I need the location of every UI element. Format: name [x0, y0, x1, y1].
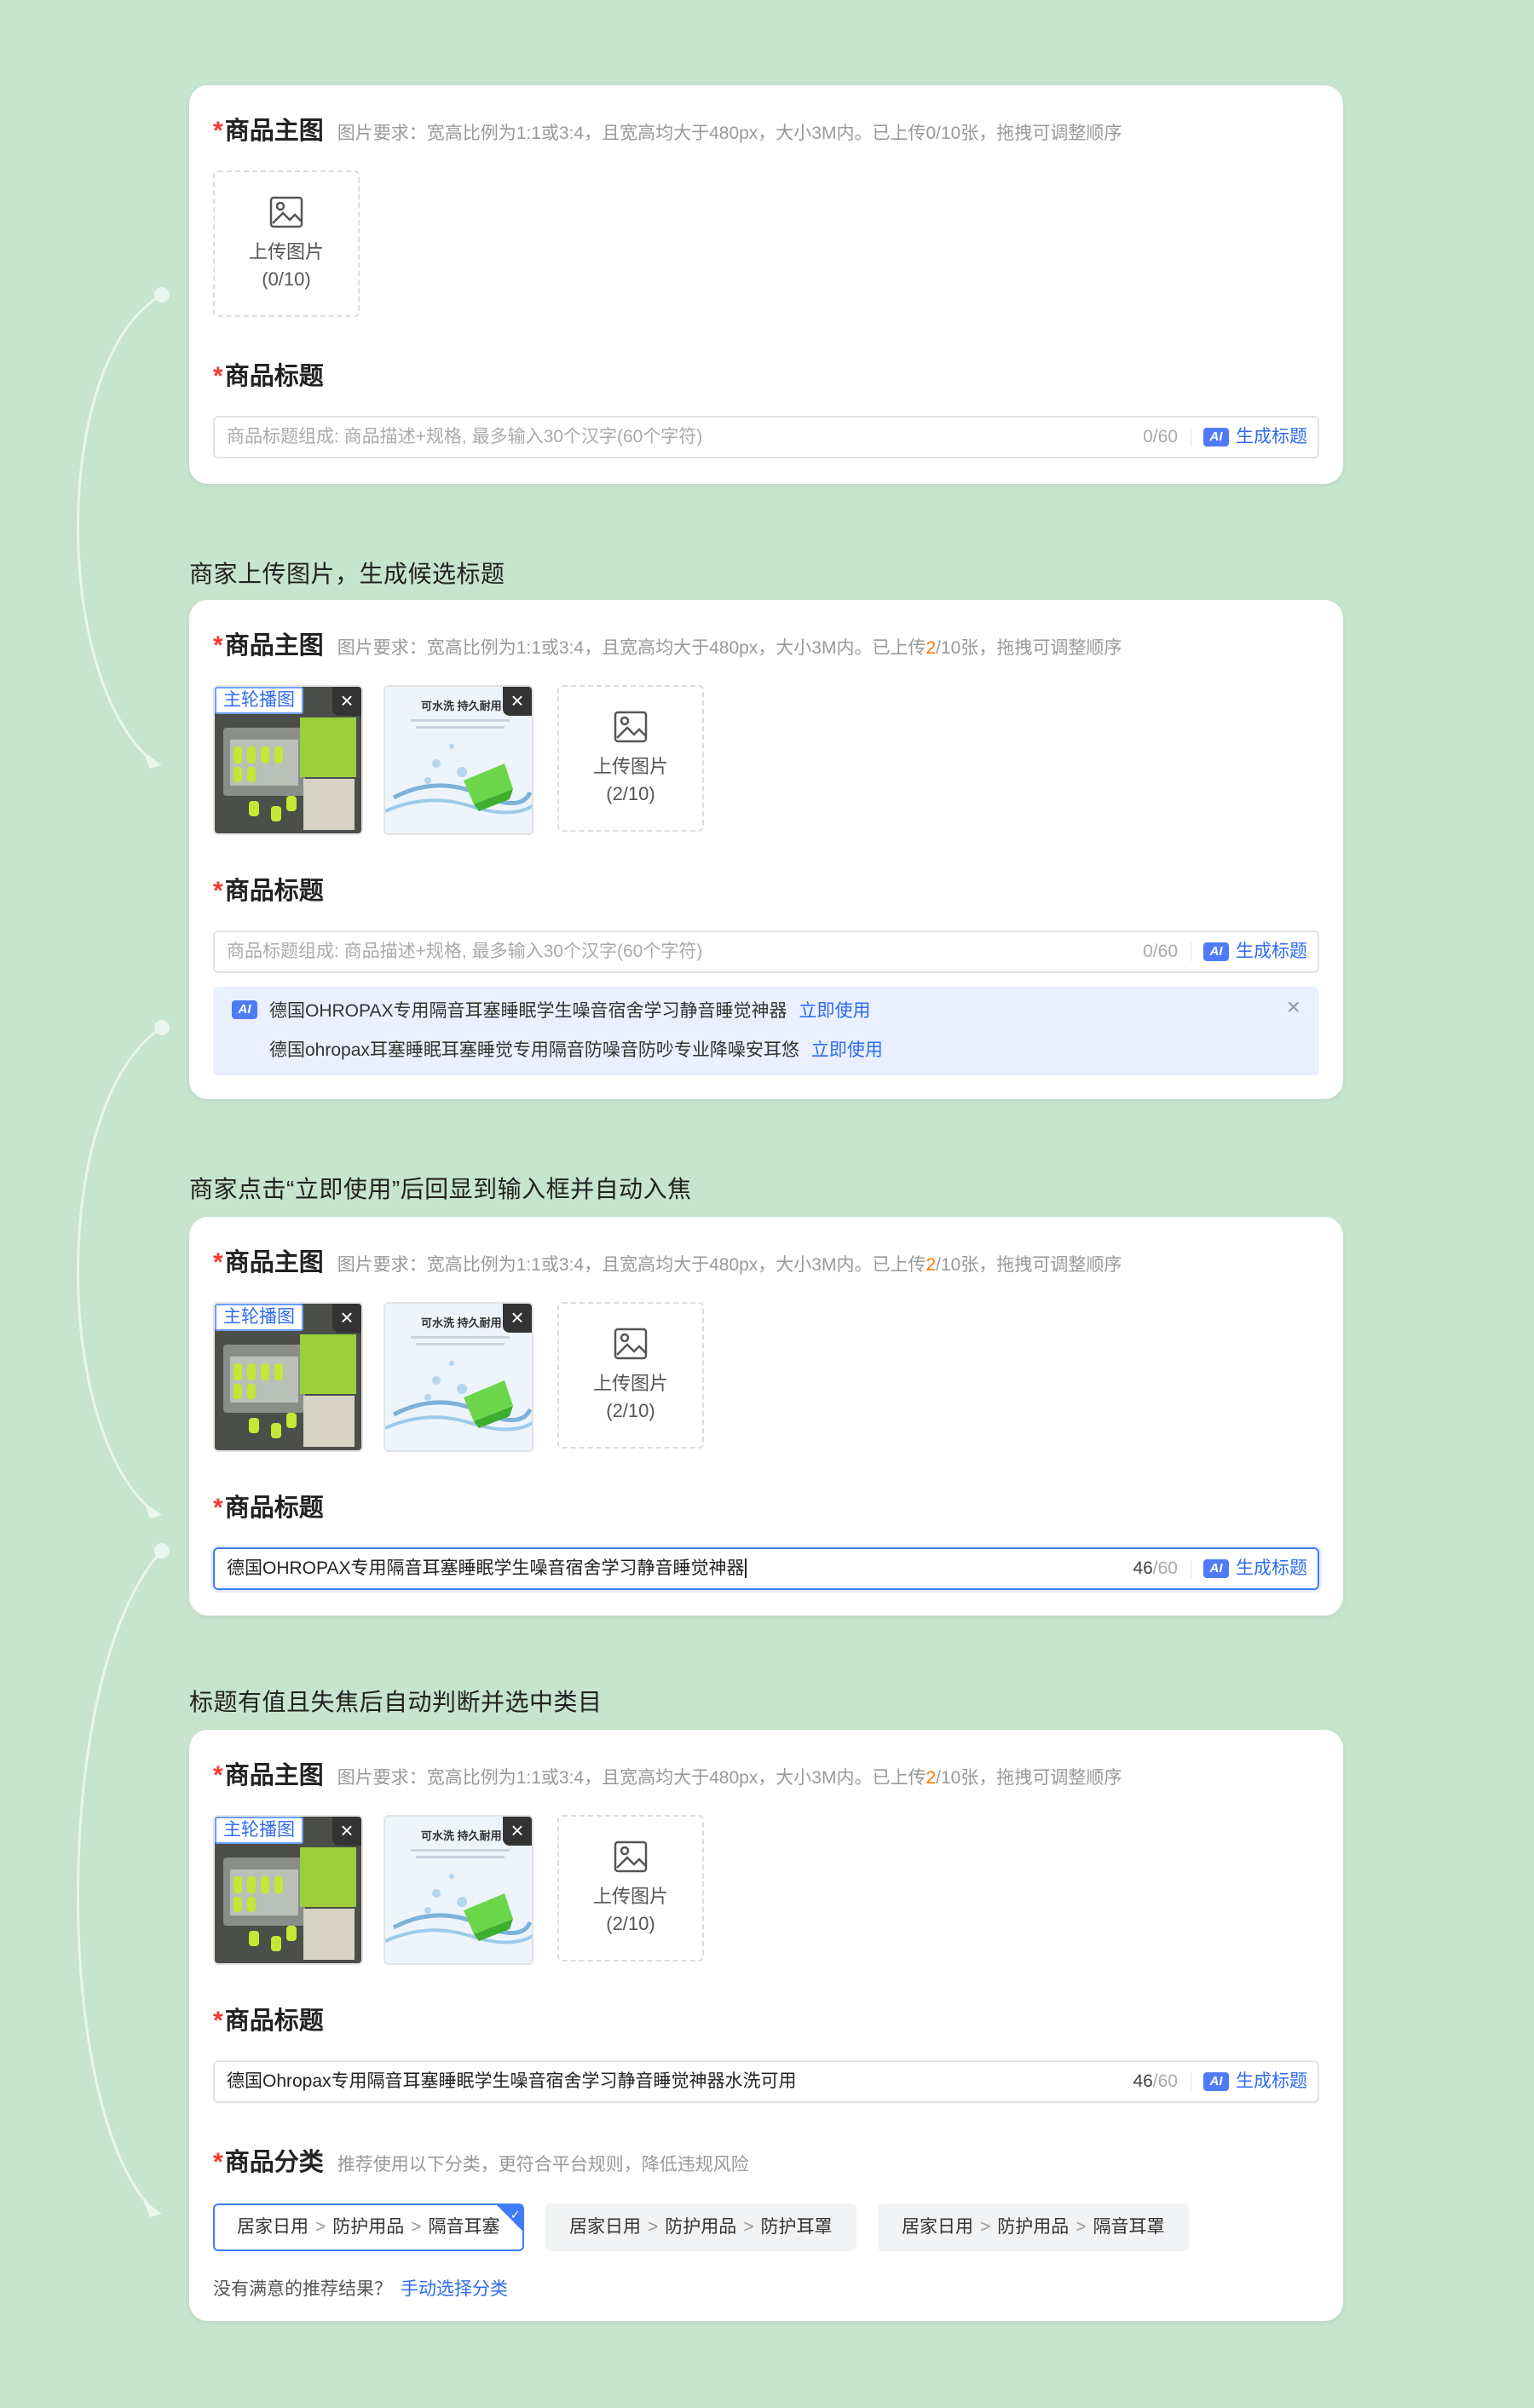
title-value: 德国Ohropax专用隔音耳塞睡眠学生噪音宿舍学习静音睡觉神器水洗可用 — [227, 2071, 797, 2091]
generate-title-button[interactable]: AI 生成标题 — [1203, 1549, 1307, 1588]
title-header: * 商品标题 — [213, 877, 324, 905]
title-header: * 商品标题 — [213, 356, 324, 392]
upload-count: (2/10) — [606, 1400, 655, 1421]
thumb-caption: 可水洗 持久耐用 — [421, 1316, 502, 1329]
image-icon — [614, 1841, 648, 1873]
suggestion-item: 德国ohropax耳塞睡眠耳塞睡觉专用隔音防噪音防吵专业降噪安耳悠 立即使用 — [269, 1040, 883, 1060]
product-image-1[interactable]: 主轮播图 × — [213, 685, 363, 835]
image-icon — [269, 196, 303, 228]
ai-icon: AI — [1203, 942, 1229, 961]
image-icon — [614, 711, 648, 743]
remove-image-icon[interactable]: × — [332, 687, 361, 716]
product-image-1[interactable]: 主轮播图 × — [213, 1815, 363, 1965]
upload-label: 上传图片 — [592, 756, 668, 777]
upload-count: (0/10) — [262, 268, 311, 290]
caption-step2: 商家上传图片，生成候选标题 — [189, 561, 505, 587]
use-suggestion-link[interactable]: 立即使用 — [799, 1001, 870, 1021]
main-image-hint: 图片要求：宽高比例为1:1或3:4，且宽高均大于480px，大小3M内。已上传0… — [337, 124, 1122, 143]
char-count: 0/60 — [1143, 942, 1178, 961]
title-header: * 商品标题 — [213, 1494, 324, 1522]
title-header: * 商品标题 — [213, 2007, 324, 2035]
caption-step4: 标题有值且失焦后自动判断并选中类目 — [189, 1689, 603, 1715]
remove-image-icon[interactable]: × — [503, 687, 532, 716]
generate-title-button[interactable]: AI 生成标题 — [1203, 932, 1307, 971]
main-image-header: * 商品主图 图片要求：宽高比例为1:1或3:4，且宽高均大于480px，大小3… — [213, 631, 1122, 660]
main-image-hint: 图片要求：宽高比例为1:1或3:4，且宽高均大于480px，大小3M内。已上传2… — [337, 1255, 1122, 1275]
remove-image-icon[interactable]: × — [503, 1817, 532, 1846]
main-carousel-badge: 主轮播图 — [215, 1817, 303, 1844]
remove-image-icon[interactable]: × — [503, 1304, 532, 1333]
card-step1: * 商品主图 图片要求：宽高比例为1:1或3:4，且宽高均大于480px，大小3… — [189, 85, 1343, 484]
category-title: 商品分类 — [224, 2149, 324, 2176]
char-count: 0/60 — [1143, 427, 1178, 446]
upload-label: 上传图片 — [592, 1886, 668, 1907]
card-step3: * 商品主图 图片要求：宽高比例为1:1或3:4，且宽高均大于480px，大小3… — [189, 1217, 1343, 1616]
upload-image-button[interactable]: 上传图片 (2/10) — [557, 1302, 704, 1449]
product-image-1[interactable]: 主轮播图 × — [213, 1302, 363, 1452]
upload-label: 上传图片 — [592, 1373, 668, 1394]
upload-image-button[interactable]: 上传图片 (0/10) — [213, 170, 360, 317]
title-input[interactable]: 德国Ohropax专用隔音耳塞睡眠学生噪音宿舍学习静音睡觉神器水洗可用 46/6… — [213, 2060, 1319, 2103]
remove-image-icon[interactable]: × — [332, 1304, 361, 1333]
main-image-hint: 图片要求：宽高比例为1:1或3:4，且宽高均大于480px，大小3M内。已上传2… — [337, 638, 1122, 658]
page-background: * 商品主图 图片要求：宽高比例为1:1或3:4，且宽高均大于480px，大小3… — [0, 0, 1534, 2408]
thumb-caption: 可水洗 持久耐用 — [421, 700, 502, 712]
manual-category-row: 没有满意的推荐结果？ 手动选择分类 — [213, 2279, 508, 2299]
title-value: 德国OHROPAX专用隔音耳塞睡眠学生噪音宿舍学习静音睡觉神器 — [227, 1549, 747, 1588]
product-image-2[interactable]: 可水洗 持久耐用 × — [384, 1302, 533, 1452]
close-icon[interactable]: × — [1287, 994, 1300, 1021]
category-option-selected[interactable]: 居家日用 > 防护用品 > 隔音耳塞 ✓ — [213, 2203, 524, 2251]
use-suggestion-link[interactable]: 立即使用 — [811, 1040, 883, 1060]
ai-icon: AI — [1203, 428, 1229, 446]
upload-count: (2/10) — [606, 1913, 655, 1934]
product-image-2[interactable]: 可水洗 持久耐用 × — [384, 1815, 533, 1965]
ai-icon: AI — [1203, 2072, 1229, 2091]
caption-step3: 商家点击“立即使用”后回显到输入框并自动入焦 — [189, 1176, 692, 1202]
upload-image-button[interactable]: 上传图片 (2/10) — [557, 685, 704, 832]
main-image-header: * 商品主图 图片要求：宽高比例为1:1或3:4，且宽高均大于480px，大小3… — [213, 1761, 1122, 1789]
title-label: 商品标题 — [224, 363, 324, 390]
title-input[interactable]: 德国OHROPAX专用隔音耳塞睡眠学生噪音宿舍学习静音睡觉神器 46/60 AI… — [213, 1547, 1319, 1590]
category-option[interactable]: 居家日用 > 防护用品 > 隔音耳罩 — [878, 2203, 1189, 2251]
title-placeholder: 商品标题组成: 商品描述+规格, 最多输入30个汉字(60个字符) — [227, 942, 703, 961]
upload-count: (2/10) — [606, 783, 655, 804]
remove-image-icon[interactable]: × — [332, 1817, 361, 1846]
upload-image-button[interactable]: 上传图片 (2/10) — [557, 1815, 704, 1962]
ai-icon: AI — [1203, 1559, 1229, 1578]
suggestion-item: 德国OHROPAX专用隔音耳塞睡眠学生噪音宿舍学习静音睡觉神器 立即使用 — [269, 1001, 871, 1021]
title-input[interactable]: 商品标题组成: 商品描述+规格, 最多输入30个汉字(60个字符) 0/60 A… — [213, 930, 1319, 973]
char-count: 46/60 — [1133, 2071, 1178, 2091]
generate-title-button[interactable]: AI 生成标题 — [1203, 418, 1307, 457]
ai-icon: AI — [232, 1000, 257, 1019]
card-step4: * 商品主图 图片要求：宽高比例为1:1或3:4，且宽高均大于480px，大小3… — [189, 1730, 1343, 2321]
main-image-title: 商品主图 — [224, 118, 324, 145]
main-carousel-badge: 主轮播图 — [215, 1304, 303, 1331]
main-image-header: * 商品主图 图片要求：宽高比例为1:1或3:4，且宽高均大于480px，大小3… — [213, 111, 1122, 147]
title-placeholder: 商品标题组成: 商品描述+规格, 最多输入30个汉字(60个字符) — [227, 427, 703, 446]
card-step2: * 商品主图 图片要求：宽高比例为1:1或3:4，且宽高均大于480px，大小3… — [189, 600, 1343, 1099]
title-input[interactable]: 商品标题组成: 商品描述+规格, 最多输入30个汉字(60个字符) 0/60 A… — [213, 416, 1319, 458]
product-image-2[interactable]: 可水洗 持久耐用 × — [384, 685, 533, 835]
manual-select-category-link[interactable]: 手动选择分类 — [401, 2279, 508, 2299]
main-image-header: * 商品主图 图片要求：宽高比例为1:1或3:4，且宽高均大于480px，大小3… — [213, 1248, 1122, 1276]
check-icon: ✓ — [510, 2208, 521, 2221]
category-header: * 商品分类 推荐使用以下分类，更符合平台规则，降低违规风险 — [213, 2142, 749, 2178]
category-option[interactable]: 居家日用 > 防护用品 > 防护耳罩 — [545, 2203, 856, 2251]
title-suggestions-panel: AI 德国OHROPAX专用隔音耳塞睡眠学生噪音宿舍学习静音睡觉神器 立即使用 德… — [213, 987, 1319, 1075]
main-carousel-badge: 主轮播图 — [215, 687, 303, 714]
category-hint: 推荐使用以下分类，更符合平台规则，降低违规风险 — [337, 2155, 749, 2175]
image-icon — [614, 1328, 648, 1360]
char-count: 46/60 — [1133, 1558, 1178, 1578]
upload-label: 上传图片 — [248, 241, 324, 262]
generate-title-button[interactable]: AI 生成标题 — [1203, 2062, 1307, 2101]
thumb-caption: 可水洗 持久耐用 — [421, 1829, 502, 1842]
main-image-hint: 图片要求：宽高比例为1:1或3:4，且宽高均大于480px，大小3M内。已上传2… — [337, 1768, 1122, 1788]
